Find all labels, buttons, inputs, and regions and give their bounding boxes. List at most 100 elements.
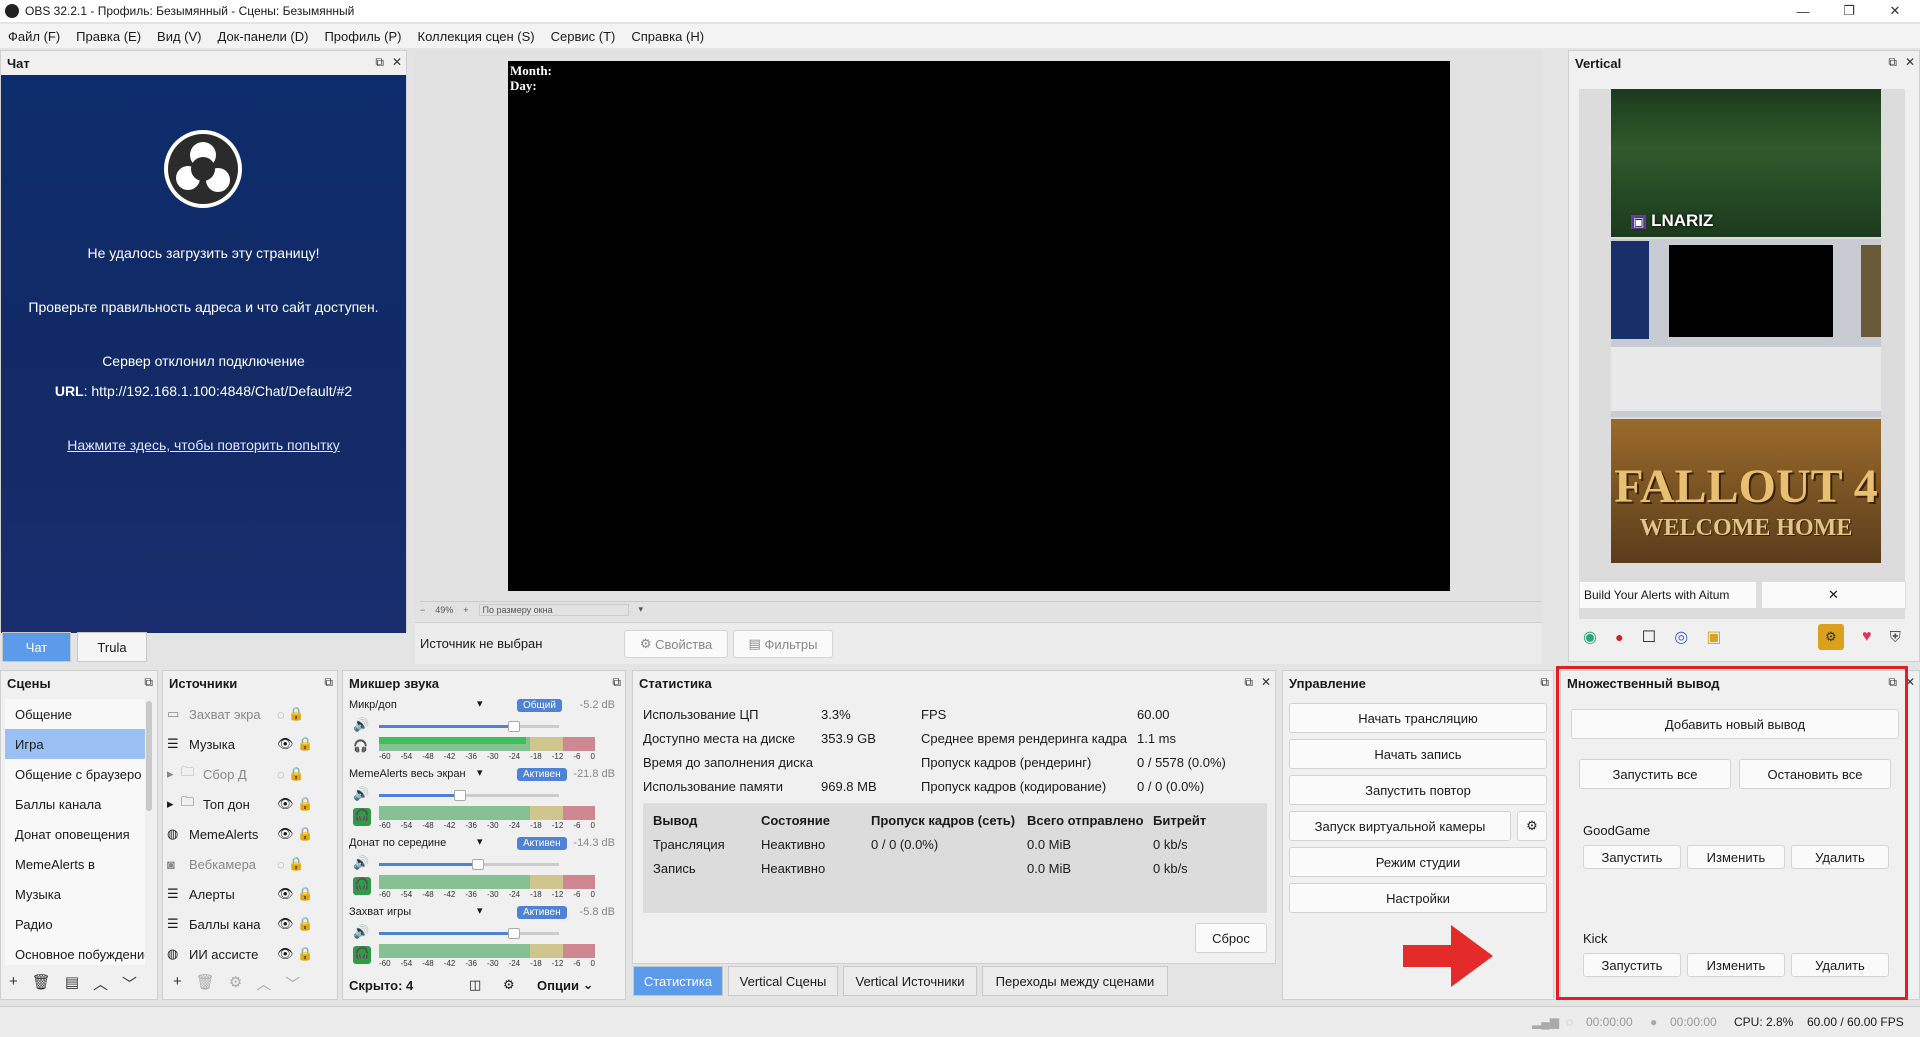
chevron-down-icon[interactable]: ﹀ (122, 973, 137, 994)
float-icon[interactable]: ⧉ (612, 675, 621, 690)
lock-icon[interactable]: 🔒 (288, 706, 304, 722)
options-button[interactable]: Опции (537, 978, 579, 993)
program-preview[interactable]: Month: Day: (508, 61, 1450, 591)
scene-item[interactable]: Общение с браузеро (5, 759, 145, 789)
speaker-icon[interactable]: 🔊 (353, 717, 369, 733)
eye-icon[interactable]: 👁 (277, 916, 294, 932)
tab-vertical-sources[interactable]: Vertical Источники (843, 966, 977, 996)
aitum-banner[interactable]: Build Your Alerts with Aitum (1579, 581, 1757, 609)
scene-item[interactable]: Радио (5, 909, 145, 939)
source-item[interactable]: ☰ Алерты 👁 🔒 (167, 879, 325, 909)
chevron-down-icon[interactable]: ▾ (477, 835, 483, 848)
add-icon[interactable]: + (9, 973, 18, 994)
eye-hidden-icon[interactable]: ◌ (277, 857, 285, 872)
chevron-down-icon[interactable]: ⌄ (579, 977, 594, 993)
scene-item-selected[interactable]: Игра (5, 729, 145, 759)
properties-button[interactable]: ⚙ Свойства (624, 630, 728, 658)
slider-handle[interactable] (454, 790, 466, 801)
virtual-camera-button[interactable]: Запуск виртуальной камеры (1289, 811, 1511, 841)
close-icon[interactable]: ✕ (1261, 675, 1271, 690)
studio-mode-button[interactable]: Режим студии (1289, 847, 1547, 877)
start-record-button[interactable]: Начать запись (1289, 739, 1547, 769)
filter-icon[interactable]: ▤ (65, 973, 79, 994)
eye-icon[interactable]: 👁 (277, 946, 294, 962)
lock-icon[interactable]: 🔒 (288, 856, 304, 872)
source-item[interactable]: ◙ Вебкамера ◌ 🔒 (167, 849, 325, 879)
zoom-mode-select[interactable]: По размеру окна (478, 603, 629, 616)
volume-slider[interactable] (379, 790, 559, 801)
slider-handle[interactable] (508, 721, 520, 732)
chevron-down-icon[interactable]: ▾ (477, 904, 483, 917)
chevron-down-icon[interactable]: ﹀ (285, 973, 300, 994)
scene-item[interactable]: Основное побуждение (5, 939, 145, 965)
retry-link[interactable]: Нажмите здесь, чтобы повторить попытку (1, 437, 406, 453)
chevron-up-icon[interactable]: ︿ (93, 973, 108, 994)
scene-item[interactable]: Донат оповещения (5, 819, 145, 849)
speaker-icon[interactable]: 🔊 (353, 786, 369, 802)
slider-handle[interactable] (508, 928, 520, 939)
close-icon[interactable]: ✕ (392, 55, 402, 70)
menu-edit[interactable]: Правка (E) (68, 29, 149, 44)
float-icon[interactable]: ⧉ (1540, 675, 1549, 690)
source-group[interactable]: ▸ 🗀 Сбор Д ◌ 🔒 (167, 759, 325, 789)
source-item[interactable]: ◍ ИИ ассисте 👁 🔒 (167, 939, 325, 969)
eye-hidden-icon[interactable]: ◌ (277, 707, 285, 722)
start-stream-button[interactable]: Начать трансляцию (1289, 703, 1547, 733)
tab-vertical-scenes[interactable]: Vertical Сцены (728, 966, 838, 996)
volume-slider[interactable] (379, 928, 559, 939)
tab-transitions[interactable]: Переходы между сценами (982, 966, 1168, 996)
scrollbar[interactable] (146, 701, 152, 811)
eye-icon[interactable]: 👁 (277, 796, 294, 812)
source-item[interactable]: ☰ Баллы кана 👁 🔒 (167, 909, 325, 939)
eye-hidden-icon[interactable]: ◌ (277, 767, 285, 782)
heart-icon[interactable]: ♥ (1862, 628, 1872, 646)
lock-icon[interactable]: 🔒 (297, 736, 313, 752)
volume-slider[interactable] (379, 859, 559, 870)
menu-tools[interactable]: Сервис (T) (543, 29, 624, 44)
expand-icon[interactable]: ▸ (167, 766, 181, 782)
stream-status-icon[interactable]: ◉ (1583, 627, 1597, 647)
add-icon[interactable]: + (173, 973, 182, 994)
speaker-icon[interactable]: 🔊 (353, 924, 369, 940)
shield-icon[interactable]: ⛨ (1890, 629, 1901, 646)
chevron-down-icon[interactable]: ▾ (639, 604, 644, 615)
settings-button[interactable]: Настройки (1289, 883, 1547, 913)
volume-slider[interactable] (379, 721, 559, 732)
reset-button[interactable]: Сброс (1195, 923, 1267, 953)
layout-icon[interactable]: ◫ (469, 977, 503, 993)
maximize-button[interactable]: ❐ (1826, 0, 1872, 22)
trash-icon[interactable]: 🗑 (32, 973, 51, 994)
lock-icon[interactable]: 🔒 (297, 946, 313, 962)
zoom-in-icon[interactable]: + (463, 605, 468, 615)
eye-icon[interactable]: 👁 (277, 886, 294, 902)
float-icon[interactable]: ⧉ (144, 675, 153, 690)
menu-help[interactable]: Справка (H) (623, 29, 712, 44)
virtual-cam-icon[interactable]: ◎ (1674, 627, 1688, 647)
float-icon[interactable]: ⧉ (1888, 55, 1897, 70)
slider-handle[interactable] (472, 859, 484, 870)
menu-docks[interactable]: Док-панели (D) (210, 29, 317, 44)
zoom-out-icon[interactable]: − (420, 605, 425, 615)
chevron-down-icon[interactable]: ▾ (477, 697, 483, 710)
menu-profile[interactable]: Профиль (P) (316, 29, 409, 44)
chevron-down-icon[interactable]: ▾ (477, 766, 483, 779)
close-window-button[interactable]: ✕ (1872, 0, 1918, 22)
replay-icon[interactable]: ☐ (1642, 627, 1656, 647)
source-item[interactable]: ☰ Музыка 👁 🔒 (167, 729, 325, 759)
tab-statistics[interactable]: Статистика (633, 966, 723, 996)
speaker-icon[interactable]: 🔊 (353, 855, 369, 871)
monitor-headphones-icon[interactable]: 🎧 (353, 739, 371, 757)
minimize-button[interactable]: — (1780, 0, 1826, 22)
lock-icon[interactable]: 🔒 (297, 886, 313, 902)
gear-icon[interactable]: ⚙ (229, 973, 242, 994)
record-icon[interactable]: ● (1615, 629, 1623, 645)
float-icon[interactable]: ⧉ (1244, 675, 1253, 690)
scene-item[interactable]: MemeAlerts в (5, 849, 145, 879)
eye-icon[interactable]: 👁 (277, 736, 294, 752)
gear-icon[interactable]: ⚙ (503, 977, 537, 993)
float-icon[interactable]: ⧉ (324, 675, 333, 690)
gear-icon[interactable]: ⚙ (1517, 811, 1547, 841)
chevron-up-icon[interactable]: ︿ (256, 973, 271, 994)
vertical-preview[interactable]: ▣ LNARIZ FALLOUT 4 WELCOME HOME (1579, 89, 1905, 619)
close-icon[interactable]: ✕ (1905, 55, 1915, 70)
